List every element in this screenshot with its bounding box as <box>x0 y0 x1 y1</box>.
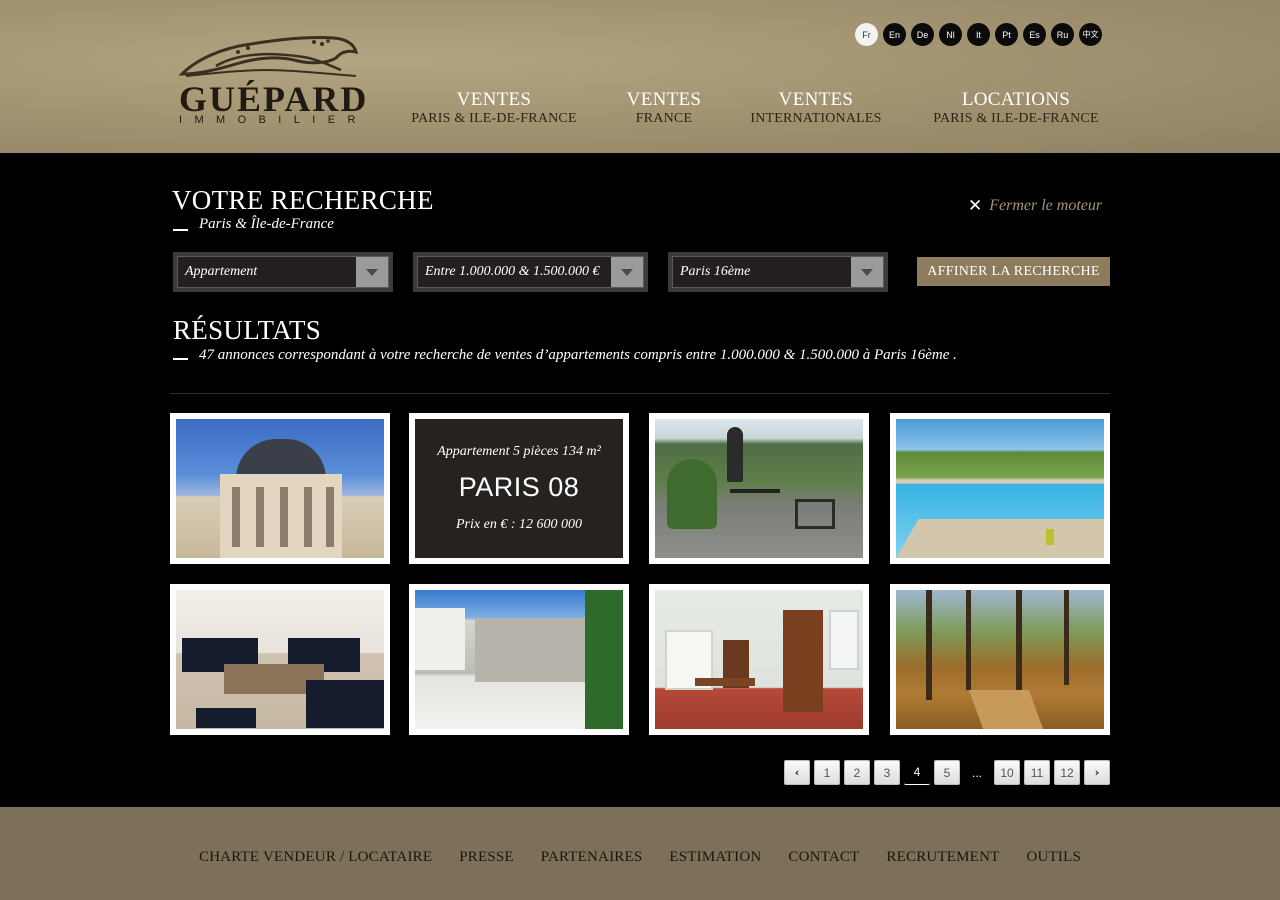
chevron-right-icon: › <box>1094 766 1100 779</box>
lang-es[interactable]: Es <box>1023 23 1046 46</box>
listing-card[interactable] <box>170 413 390 564</box>
lang-nl[interactable]: Nl <box>939 23 962 46</box>
select-box[interactable]: Appartement <box>177 256 389 288</box>
lang-it[interactable]: It <box>967 23 990 46</box>
listing-price: Prix en € : 12 600 000 <box>456 517 582 532</box>
footer-link-partenaires[interactable]: PARTENAIRES <box>541 849 643 866</box>
location-select[interactable]: Paris 16ème <box>668 252 888 292</box>
price-range-select[interactable]: Entre 1.000.000 & 1.500.000 € <box>413 252 648 292</box>
footer-link-contact[interactable]: CONTACT <box>788 849 859 866</box>
footer-link-recrutement[interactable]: RECRUTEMENT <box>886 849 999 866</box>
page-button[interactable]: 12 <box>1054 760 1080 785</box>
listing-card[interactable] <box>409 584 629 735</box>
listing-card[interactable] <box>170 584 390 735</box>
page-button[interactable]: 10 <box>994 760 1020 785</box>
logo-tagline: IMMOBILIER <box>179 114 368 126</box>
listing-card[interactable] <box>890 584 1110 735</box>
nav-title: LOCATIONS <box>961 89 1071 110</box>
lang-ru[interactable]: Ru <box>1051 23 1074 46</box>
nav-ventes-paris[interactable]: VENTES PARIS & ILE-DE-FRANCE <box>411 89 577 127</box>
listing-location: PARIS 08 <box>458 472 580 502</box>
select-value: Entre 1.000.000 & 1.500.000 € <box>425 264 600 279</box>
pagination: ‹ 1 2 3 4 5 ... 10 11 12 › <box>784 760 1110 785</box>
select-value: Paris 16ème <box>680 264 751 279</box>
language-switcher: Fr En De Nl It Pt Es Ru 中文 <box>855 23 1102 46</box>
search-title: VOTRE RECHERCHE <box>172 185 434 215</box>
page-button[interactable]: 5 <box>934 760 960 785</box>
featured-apartment-photo: Appartement 5 pièces 134 m² PARIS 08 Pri… <box>415 419 623 558</box>
mountain-terrace-photo <box>655 419 863 558</box>
lang-zh[interactable]: 中文 <box>1079 23 1102 46</box>
living-room-photo <box>176 590 384 729</box>
lang-en[interactable]: En <box>883 23 906 46</box>
haussmann-building-photo <box>176 419 384 558</box>
close-label: Fermer le moteur <box>989 197 1103 214</box>
results-summary: 47 annonces correspondant à votre recher… <box>199 347 957 363</box>
footer-link-charte[interactable]: CHARTE VENDEUR / LOCATAIRE <box>199 849 432 866</box>
footer-nav: CHARTE VENDEUR / LOCATAIRE PRESSE PARTEN… <box>0 849 1280 866</box>
results-divider <box>170 393 1110 394</box>
nav-title: VENTES <box>778 89 854 110</box>
page-button[interactable]: 2 <box>844 760 870 785</box>
site-header: GUÉPARD IMMOBILIER Fr En De Nl It Pt Es … <box>0 0 1280 153</box>
nav-title: VENTES <box>456 89 532 110</box>
select-value: Appartement <box>185 264 258 279</box>
next-page-button[interactable]: › <box>1084 760 1110 785</box>
lang-pt[interactable]: Pt <box>995 23 1018 46</box>
lang-fr[interactable]: Fr <box>855 23 878 46</box>
property-type-select[interactable]: Appartement <box>173 252 393 292</box>
forest-path-photo <box>896 590 1104 729</box>
search-region: Paris & Île-de-France <box>199 216 334 232</box>
cheetah-icon <box>178 35 359 77</box>
nav-ventes-france[interactable]: VENTES FRANCE <box>614 89 714 127</box>
results-dash <box>173 358 188 360</box>
select-box[interactable]: Paris 16ème <box>672 256 884 288</box>
close-search-engine[interactable]: ✕ Fermer le moteur <box>968 197 1102 215</box>
page-button[interactable]: 11 <box>1024 760 1050 785</box>
chevron-down-icon[interactable] <box>851 257 883 287</box>
nav-locations-paris[interactable]: LOCATIONS PARIS & ILE-DE-FRANCE <box>932 89 1100 127</box>
guepard-logo[interactable]: GUÉPARD IMMOBILIER <box>176 30 386 128</box>
close-icon: ✕ <box>968 195 983 216</box>
stone-courtyard-photo <box>415 590 623 729</box>
nav-subtitle: FRANCE <box>635 111 693 126</box>
lang-de[interactable]: De <box>911 23 934 46</box>
chevron-left-icon: ‹ <box>794 766 800 779</box>
nav-subtitle: PARIS & ILE-DE-FRANCE <box>933 111 1099 126</box>
title-dash <box>173 229 188 231</box>
listing-card-featured[interactable]: Appartement 5 pièces 134 m² PARIS 08 Pri… <box>409 413 629 564</box>
antique-bedroom-photo <box>655 590 863 729</box>
listing-overlay: Appartement 5 pièces 134 m² PARIS 08 Pri… <box>415 419 623 558</box>
listing-card[interactable] <box>649 413 869 564</box>
footer-link-outils[interactable]: OUTILS <box>1026 849 1081 866</box>
chevron-down-icon[interactable] <box>611 257 643 287</box>
page-button[interactable]: 1 <box>814 760 840 785</box>
results-title: RÉSULTATS <box>173 315 322 345</box>
nav-ventes-internationales[interactable]: VENTES INTERNATIONALES <box>746 89 886 127</box>
refine-search-button[interactable]: AFFINER LA RECHERCHE <box>917 257 1110 286</box>
footer-link-presse[interactable]: PRESSE <box>459 849 514 866</box>
chevron-down-icon[interactable] <box>356 257 388 287</box>
nav-subtitle: INTERNATIONALES <box>750 111 882 126</box>
swimming-pool-photo <box>896 419 1104 558</box>
listing-card[interactable] <box>649 584 869 735</box>
prev-page-button[interactable]: ‹ <box>784 760 810 785</box>
page-button[interactable]: 3 <box>874 760 900 785</box>
listing-card[interactable] <box>890 413 1110 564</box>
footer-link-estimation[interactable]: ESTIMATION <box>669 849 761 866</box>
nav-title: VENTES <box>626 89 702 110</box>
nav-subtitle: PARIS & ILE-DE-FRANCE <box>411 111 577 126</box>
listing-description: Appartement 5 pièces 134 m² <box>437 444 601 459</box>
pagination-ellipsis: ... <box>971 765 982 780</box>
select-box[interactable]: Entre 1.000.000 & 1.500.000 € <box>417 256 644 288</box>
current-page: 4 <box>904 760 930 785</box>
site-footer: CHARTE VENDEUR / LOCATAIRE PRESSE PARTEN… <box>0 807 1280 900</box>
